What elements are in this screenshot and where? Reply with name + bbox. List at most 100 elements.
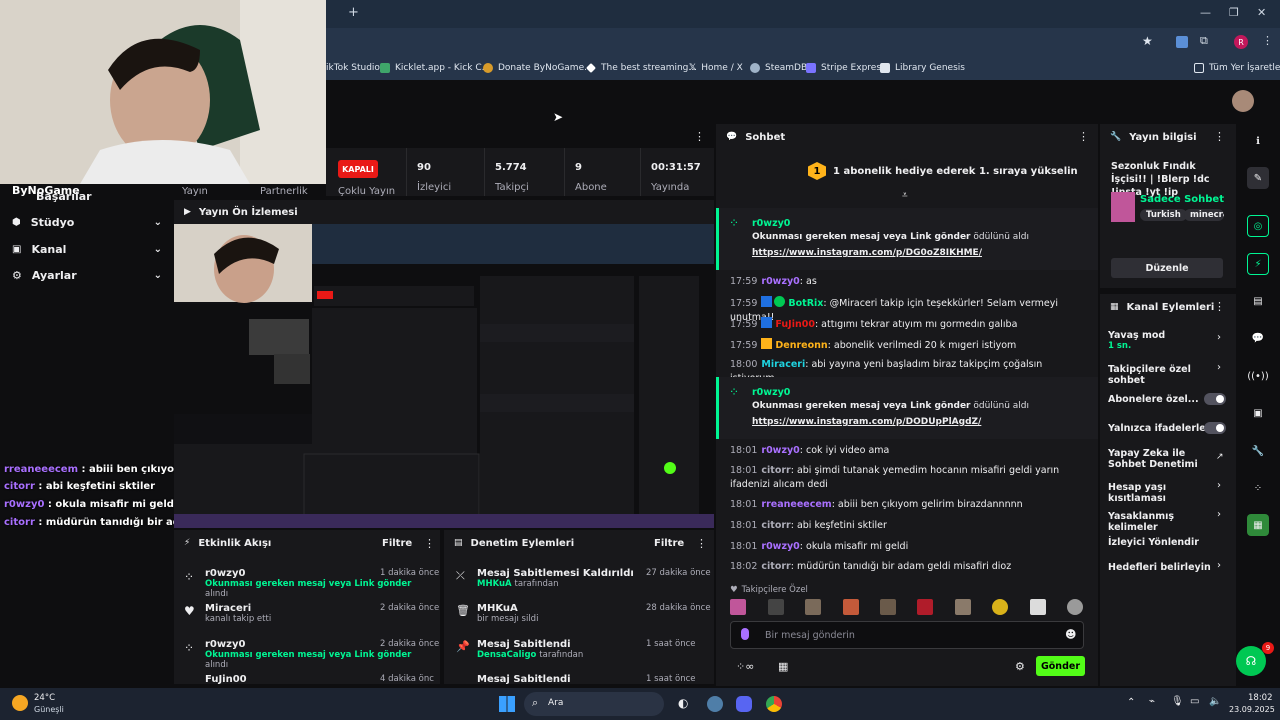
- info-icon[interactable]: ℹ: [1247, 130, 1269, 152]
- bookmark-tiktok[interactable]: ikTok Studio: [326, 56, 380, 80]
- reward-link[interactable]: https://www.instagram.com/p/DODUpPlAgdZ/: [752, 417, 981, 427]
- minimize-icon[interactable]: —: [1200, 6, 1211, 19]
- bookmark-x[interactable]: 𝕏 Home / X: [689, 56, 743, 80]
- bookmark-star-icon[interactable]: ★: [1142, 34, 1153, 48]
- stream-preview[interactable]: [174, 224, 714, 528]
- chat-username[interactable]: citorr: [761, 561, 790, 572]
- moderation-filter-button[interactable]: Filtre: [654, 538, 684, 549]
- followers-only-item[interactable]: Takipçilere özel sohbet: [1108, 364, 1226, 386]
- account-age-item[interactable]: Hesap yaşı kısıtlaması: [1108, 482, 1226, 504]
- weather-temp[interactable]: 24°C: [34, 693, 55, 703]
- sidebar-item-ayarlar[interactable]: ⚙ Ayarlar ⌄: [12, 265, 162, 285]
- windows-start-icon[interactable]: [499, 696, 515, 712]
- emote-icon[interactable]: [768, 599, 784, 615]
- slow-mode-item[interactable]: Yavaş mod 1 sn.: [1108, 330, 1226, 351]
- chat-username[interactable]: citorr: [761, 465, 790, 476]
- activity-item[interactable]: ⁘ r0wzy0 Okunması gereken mesaj veya Lin…: [184, 568, 439, 599]
- emote-icon[interactable]: [730, 599, 746, 615]
- emote-icon[interactable]: [805, 599, 821, 615]
- chat-username[interactable]: r0wzy0: [761, 445, 799, 456]
- taskbar-search[interactable]: ⌕ Ara: [524, 692, 664, 716]
- gift-icon[interactable]: ▦: [778, 660, 788, 673]
- microphone-icon[interactable]: 🎙: [1171, 696, 1184, 707]
- bookmark-donate[interactable]: Donate ByNoGame...: [483, 56, 593, 80]
- bookmark-libgen[interactable]: Library Genesis: [880, 56, 965, 80]
- close-window-icon[interactable]: ✕: [1257, 6, 1266, 19]
- emoji-icon[interactable]: ☻: [1065, 628, 1076, 641]
- emote-icon[interactable]: [1067, 599, 1083, 615]
- gift-banner[interactable]: 1 1 abonelik hediye ederek 1. sıraya yük…: [808, 162, 1078, 180]
- new-tab-button[interactable]: +: [348, 5, 359, 20]
- chat-username[interactable]: r0wzy0: [761, 276, 799, 287]
- activity-menu-icon[interactable]: ⋮: [424, 537, 435, 550]
- banned-words-item[interactable]: Yasaklanmış kelimeler: [1108, 511, 1226, 533]
- moderation-menu-icon[interactable]: ⋮: [696, 537, 707, 550]
- speaker-icon[interactable]: 🔈: [1209, 696, 1221, 707]
- clipboard-icon[interactable]: ▤: [1247, 290, 1269, 312]
- lightning-icon[interactable]: ⚡: [1247, 253, 1269, 275]
- sidebar-item-kanal[interactable]: ▣ Kanal ⌄: [12, 239, 162, 259]
- chat-username[interactable]: BotRix: [788, 298, 823, 309]
- edit-icon[interactable]: ✎: [1247, 167, 1269, 189]
- translate-icon[interactable]: [1176, 36, 1188, 48]
- chat-username[interactable]: r0wzy0: [761, 541, 799, 552]
- discord-icon[interactable]: [736, 696, 752, 712]
- raid-item[interactable]: İzleyici Yönlendir: [1108, 537, 1226, 548]
- chat-username[interactable]: FuJin00: [775, 319, 815, 330]
- bookmark-steamdb[interactable]: SteamDB: [750, 56, 807, 80]
- activity-filter-button[interactable]: Filtre: [382, 538, 412, 549]
- chat-input[interactable]: Bir mesaj gönderin ☻: [730, 621, 1084, 649]
- display-icon[interactable]: ▭: [1190, 696, 1199, 707]
- emote-icon[interactable]: [843, 599, 859, 615]
- chevron-up-icon[interactable]: ⌃: [1127, 697, 1135, 708]
- tag-chip[interactable]: minecraf: [1184, 209, 1224, 221]
- tag-chip[interactable]: Turkish: [1140, 209, 1187, 221]
- chat-bubble-icon[interactable]: 💬: [1247, 327, 1269, 349]
- ai-moderation-item[interactable]: Yapay Zeka ile Sohbet Denetimi: [1108, 448, 1226, 470]
- emote-icon[interactable]: [992, 599, 1008, 615]
- channel-points-icon[interactable]: ⁘∞: [736, 660, 754, 673]
- sidebar-item-basarilar[interactable]: Başarılar: [36, 190, 92, 203]
- stream-info-menu-icon[interactable]: ⋮: [1214, 130, 1225, 143]
- emote-icon[interactable]: [955, 599, 971, 615]
- activity-item[interactable]: ⁘ r0wzy0 Okunması gereken mesaj veya Lin…: [184, 639, 439, 670]
- task-view-icon[interactable]: ◐: [678, 696, 688, 710]
- channel-points-icon[interactable]: ⁘: [1247, 477, 1269, 499]
- all-bookmarks[interactable]: Tüm Yer İşaretleri: [1194, 56, 1280, 80]
- bookmark-kicklet[interactable]: Kicklet.app - Kick C...: [380, 56, 490, 80]
- layout-icon[interactable]: ▣: [1247, 402, 1269, 424]
- chrome-icon[interactable]: [766, 696, 782, 712]
- microphone-icon[interactable]: [741, 628, 749, 640]
- sidebar-item-studyo[interactable]: ⬢ Stüdyo ⌄: [12, 212, 162, 232]
- moderation-item[interactable]: 🗑 MHKuA bir mesajı sildi 28 dakika önce: [456, 603, 711, 624]
- edit-stream-button[interactable]: Düzenle: [1111, 258, 1223, 278]
- browser-menu-icon[interactable]: ⋮: [1262, 34, 1273, 47]
- moderation-item[interactable]: Mesaj Sabitlendi 1 saat önce: [456, 674, 706, 684]
- network-icon[interactable]: ⌁: [1149, 696, 1155, 707]
- reward-link[interactable]: https://www.instagram.com/p/DG0oZ8IKHME/: [752, 248, 982, 258]
- emote-icon[interactable]: [1030, 599, 1046, 615]
- chat-username[interactable]: citorr: [761, 520, 790, 531]
- emote-icon[interactable]: [880, 599, 896, 615]
- broadcast-icon[interactable]: ((•)): [1247, 365, 1269, 387]
- chat-username[interactable]: Miraceri: [761, 359, 805, 370]
- target-icon[interactable]: ◎: [1247, 215, 1269, 237]
- stats-menu-icon[interactable]: ⋮: [694, 130, 705, 143]
- subs-only-toggle[interactable]: [1204, 393, 1226, 405]
- extensions-icon[interactable]: ⧉: [1200, 34, 1208, 48]
- moderation-item[interactable]: ⤫ Mesaj Sabitlemesi Kaldırıldı MHKuA tar…: [456, 568, 711, 589]
- collapse-banner-icon[interactable]: ⩡: [902, 190, 908, 201]
- emote-only-toggle[interactable]: [1204, 422, 1226, 434]
- send-button[interactable]: Gönder: [1036, 656, 1085, 676]
- user-avatar[interactable]: [1232, 90, 1254, 112]
- category-name[interactable]: Sadece Sohbet: [1140, 194, 1224, 205]
- chat-menu-icon[interactable]: ⋮: [1078, 130, 1089, 143]
- chat-username[interactable]: rreaneeecem: [761, 499, 831, 510]
- activity-item[interactable]: FuJin00 4 dakika önce: [184, 674, 434, 684]
- activity-item[interactable]: ♥ Miraceri kanalı takip etti 2 dakika ön…: [184, 603, 439, 624]
- clock-time[interactable]: 18:02: [1248, 693, 1273, 703]
- maximize-icon[interactable]: ❐: [1229, 6, 1239, 19]
- bookmark-streaming[interactable]: The best streaming...: [586, 56, 697, 80]
- profile-avatar[interactable]: R: [1234, 35, 1248, 49]
- app-icon[interactable]: ▦: [1247, 514, 1269, 536]
